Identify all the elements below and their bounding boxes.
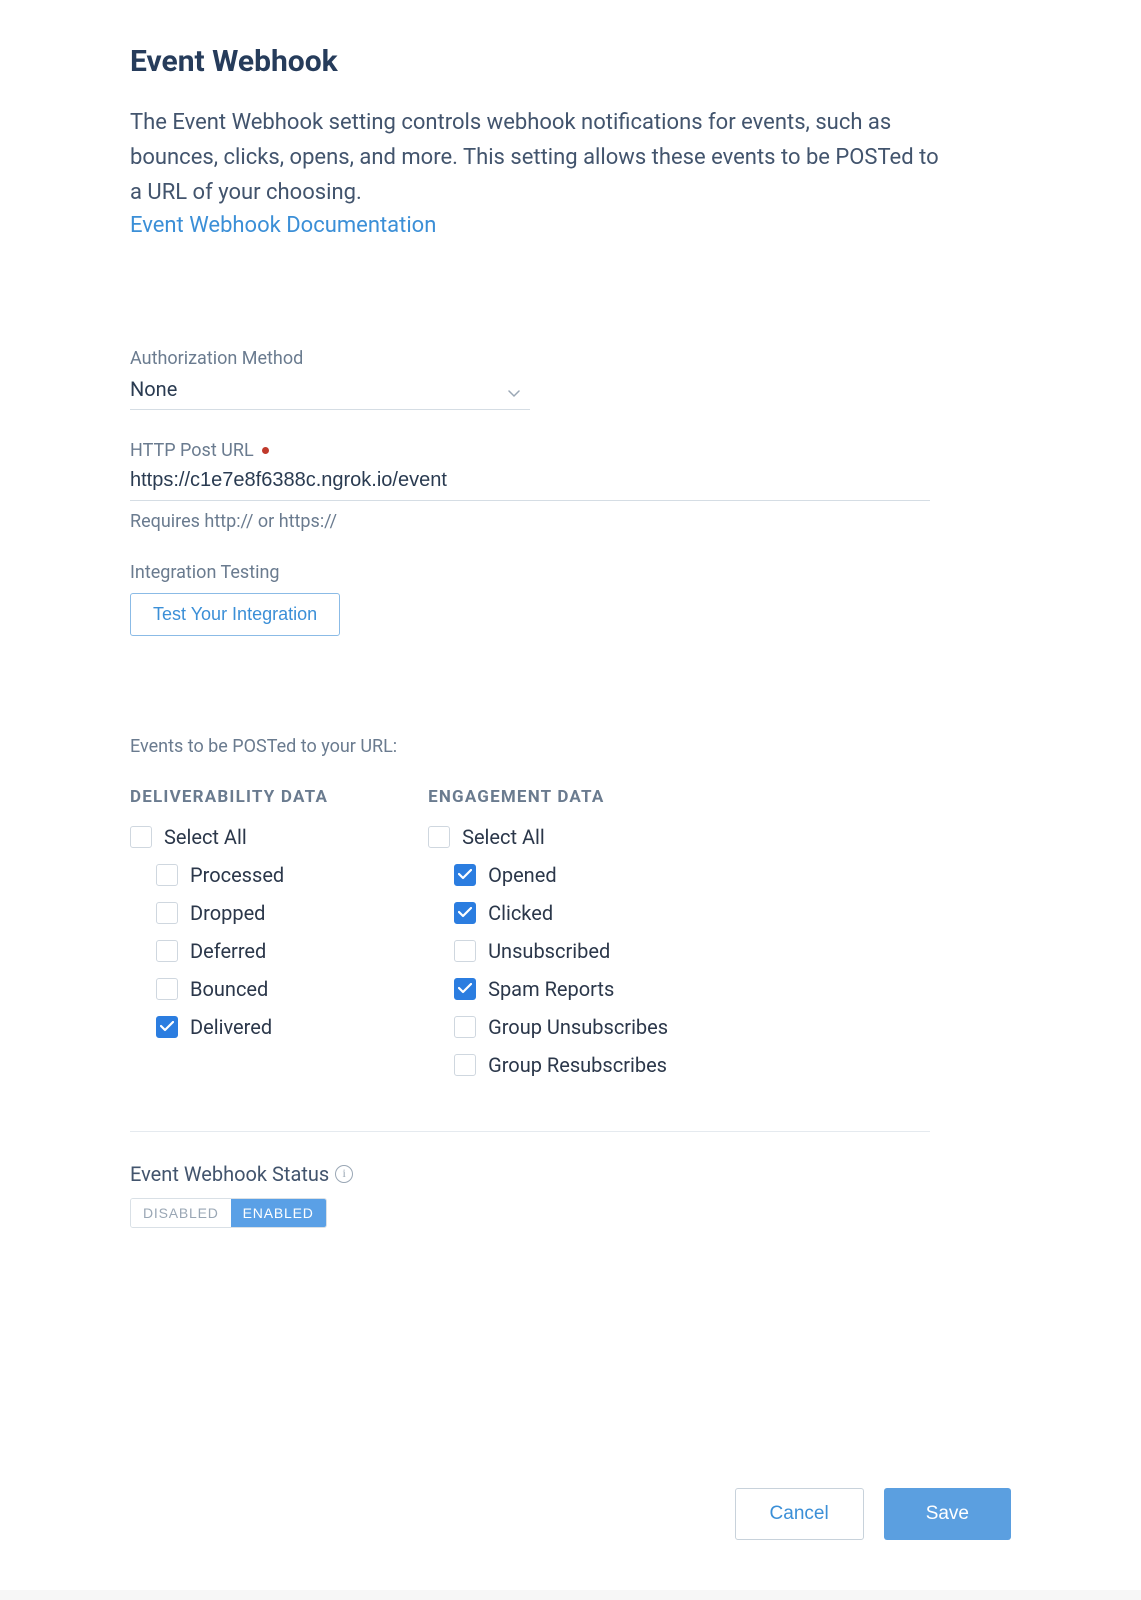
checkbox-row-deliverability-delivered: Delivered: [156, 1015, 328, 1039]
status-toggle-group: DISABLED ENABLED: [130, 1198, 327, 1228]
checkbox-engagement-clicked[interactable]: [454, 902, 476, 924]
checkbox-row-engagement-select-all: Select All: [428, 825, 668, 849]
checkbox-row-engagement-clicked: Clicked: [454, 901, 668, 925]
cancel-button[interactable]: Cancel: [735, 1488, 864, 1540]
checkbox-engagement-group-unsubscribes[interactable]: [454, 1016, 476, 1038]
checkbox-deliverability-select-all[interactable]: [130, 826, 152, 848]
checkbox-label-deliverability-processed: Processed: [190, 863, 284, 887]
checkbox-label-engagement-opened: Opened: [488, 863, 557, 887]
authorization-method-label: Authorization Method: [130, 348, 1011, 369]
http-post-url-input[interactable]: [130, 465, 930, 501]
webhook-status-label-text: Event Webhook Status: [130, 1162, 329, 1186]
checkbox-label-engagement-spam-reports: Spam Reports: [488, 977, 614, 1001]
page-title: Event Webhook: [130, 44, 1011, 79]
engagement-column: ENGAGEMENT DATA Select All Opened Clicked U…: [428, 787, 668, 1091]
checkbox-row-engagement-unsubscribed: Unsubscribed: [454, 939, 668, 963]
status-disabled-button[interactable]: DISABLED: [131, 1199, 231, 1227]
integration-testing-field: Integration Testing Test Your Integratio…: [130, 562, 1011, 636]
test-integration-button[interactable]: Test Your Integration: [130, 593, 340, 636]
authorization-method-value: None: [130, 377, 530, 401]
checkbox-row-engagement-group-unsubscribes: Group Unsubscribes: [454, 1015, 668, 1039]
status-enabled-button[interactable]: ENABLED: [231, 1199, 326, 1227]
engagement-title: ENGAGEMENT DATA: [428, 787, 668, 807]
event-webhook-panel: Event Webhook The Event Webhook setting …: [0, 0, 1141, 1590]
checkbox-label-deliverability-deferred: Deferred: [190, 939, 266, 963]
events-section: Events to be POSTed to your URL: DELIVER…: [130, 736, 1011, 1091]
checkbox-label-deliverability-dropped: Dropped: [190, 901, 265, 925]
http-post-url-label: HTTP Post URL: [130, 440, 1011, 461]
integration-testing-label: Integration Testing: [130, 562, 1011, 583]
events-heading: Events to be POSTed to your URL:: [130, 736, 1011, 757]
checkbox-row-deliverability-deferred: Deferred: [156, 939, 328, 963]
checkbox-row-engagement-spam-reports: Spam Reports: [454, 977, 668, 1001]
checkbox-deliverability-deferred[interactable]: [156, 940, 178, 962]
checkbox-deliverability-dropped[interactable]: [156, 902, 178, 924]
footer-actions: Cancel Save: [735, 1488, 1011, 1540]
checkbox-row-deliverability-dropped: Dropped: [156, 901, 328, 925]
http-post-url-helper: Requires http:// or https://: [130, 511, 1011, 532]
info-icon[interactable]: i: [335, 1165, 353, 1183]
checkbox-label-engagement-select-all: Select All: [462, 825, 545, 849]
http-post-url-label-text: HTTP Post URL: [130, 440, 254, 461]
checkbox-engagement-unsubscribed[interactable]: [454, 940, 476, 962]
webhook-status-label: Event Webhook Status i: [130, 1162, 353, 1186]
authorization-method-field: Authorization Method None: [130, 348, 1011, 410]
checkbox-row-deliverability-processed: Processed: [156, 863, 328, 887]
checkbox-row-engagement-opened: Opened: [454, 863, 668, 887]
required-indicator-icon: [262, 447, 269, 454]
checkbox-label-deliverability-select-all: Select All: [164, 825, 247, 849]
checkbox-engagement-group-resubscribes[interactable]: [454, 1054, 476, 1076]
divider: [130, 1131, 930, 1132]
checkbox-label-engagement-clicked: Clicked: [488, 901, 553, 925]
checkbox-deliverability-bounced[interactable]: [156, 978, 178, 1000]
checkbox-label-engagement-group-resubscribes: Group Resubscribes: [488, 1053, 667, 1077]
webhook-status-section: Event Webhook Status i DISABLED ENABLED: [130, 1162, 1011, 1228]
authorization-method-select[interactable]: None: [130, 373, 530, 410]
checkbox-engagement-select-all[interactable]: [428, 826, 450, 848]
checkbox-engagement-opened[interactable]: [454, 864, 476, 886]
page-description: The Event Webhook setting controls webho…: [130, 105, 950, 211]
checkbox-row-engagement-group-resubscribes: Group Resubscribes: [454, 1053, 668, 1077]
checkbox-engagement-spam-reports[interactable]: [454, 978, 476, 1000]
checkbox-row-deliverability-select-all: Select All: [130, 825, 328, 849]
checkbox-label-engagement-group-unsubscribes: Group Unsubscribes: [488, 1015, 668, 1039]
checkbox-label-deliverability-bounced: Bounced: [190, 977, 268, 1001]
save-button[interactable]: Save: [884, 1488, 1011, 1540]
deliverability-title: DELIVERABILITY DATA: [130, 787, 328, 807]
checkbox-row-deliverability-bounced: Bounced: [156, 977, 328, 1001]
http-post-url-field: HTTP Post URL Requires http:// or https:…: [130, 440, 1011, 532]
checkbox-label-deliverability-delivered: Delivered: [190, 1015, 272, 1039]
documentation-link[interactable]: Event Webhook Documentation: [130, 213, 436, 238]
checkbox-deliverability-delivered[interactable]: [156, 1016, 178, 1038]
deliverability-column: DELIVERABILITY DATA Select All Processed D…: [130, 787, 328, 1091]
checkbox-deliverability-processed[interactable]: [156, 864, 178, 886]
checkbox-label-engagement-unsubscribed: Unsubscribed: [488, 939, 610, 963]
